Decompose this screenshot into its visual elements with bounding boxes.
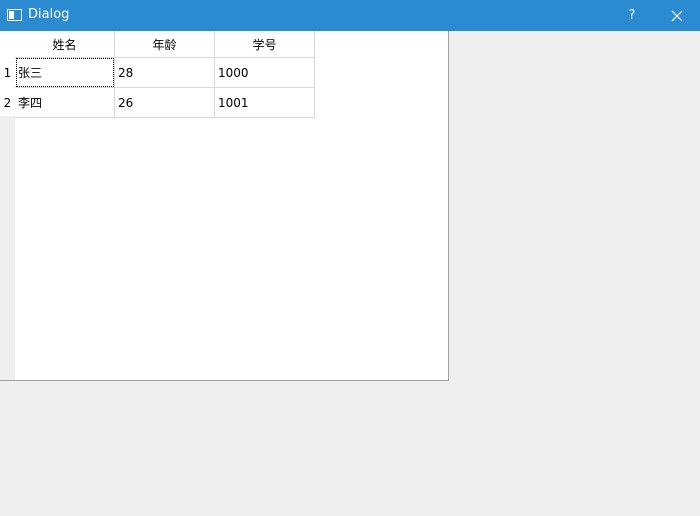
row-header[interactable]: 1 <box>0 58 15 88</box>
table-cell[interactable]: 1001 <box>215 88 315 118</box>
close-button[interactable] <box>654 0 700 31</box>
table-cell[interactable]: 28 <box>115 57 215 88</box>
table-cell[interactable]: 26 <box>115 88 215 118</box>
column-header-age[interactable]: 年龄 <box>115 31 215 58</box>
table-corner-button[interactable] <box>0 31 15 58</box>
window-title: Dialog <box>28 7 70 22</box>
close-icon <box>671 10 683 21</box>
table-cell[interactable]: 1000 <box>215 57 315 88</box>
row-header[interactable]: 2 <box>0 88 15 118</box>
column-header-name[interactable]: 姓名 <box>15 31 115 58</box>
title-bar: Dialog ? <box>0 0 700 31</box>
vertical-header-background <box>0 116 15 380</box>
window-app-icon <box>7 9 22 21</box>
help-button[interactable]: ? <box>609 0 655 31</box>
table-view[interactable]: 姓名 年龄 学号 1 2 张三 28 1000 李四 26 1001 <box>0 31 449 381</box>
table-cell[interactable]: 李四 <box>15 88 115 118</box>
column-header-id[interactable]: 学号 <box>215 31 315 58</box>
table-cell[interactable]: 张三 <box>15 57 115 88</box>
